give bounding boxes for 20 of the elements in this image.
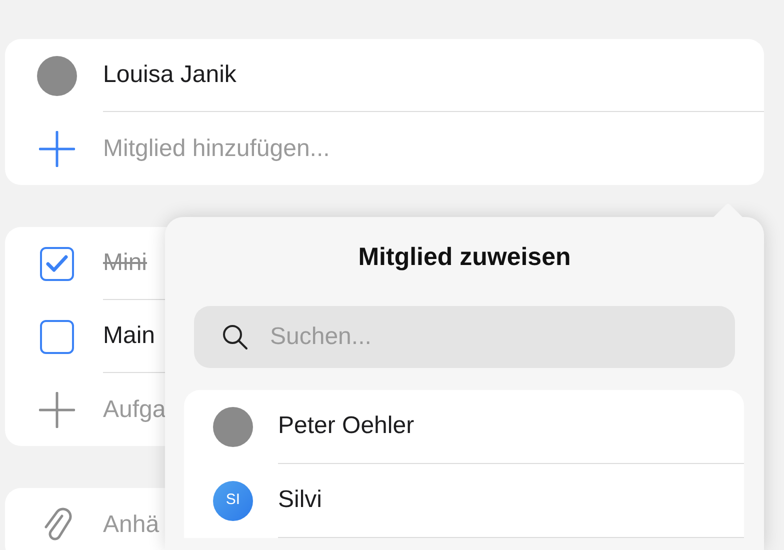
plus-icon bbox=[39, 130, 75, 166]
member-name: Louisa Janik bbox=[103, 60, 236, 90]
task-checkbox[interactable] bbox=[40, 246, 74, 280]
plus-icon bbox=[39, 392, 75, 428]
search-icon bbox=[222, 324, 248, 350]
checkmark-icon bbox=[46, 254, 68, 272]
paperclip-icon bbox=[42, 506, 72, 542]
person-initials-avatar: SI bbox=[213, 480, 253, 520]
search-field[interactable]: Suchen... bbox=[194, 306, 735, 368]
task-checkbox[interactable] bbox=[40, 320, 74, 354]
person-name[interactable]: Silvi bbox=[278, 482, 322, 518]
add-member-link[interactable]: Mitglied hinzufügen... bbox=[103, 130, 330, 166]
task-title: Main bbox=[103, 321, 156, 351]
popover-title: Mitglied zuweisen bbox=[358, 242, 571, 273]
person-photo-placeholder bbox=[213, 406, 253, 446]
task-title: Mini bbox=[103, 248, 148, 278]
member-photo-placeholder bbox=[37, 56, 77, 96]
attachments-label[interactable]: Anhä bbox=[103, 506, 160, 542]
add-task-link[interactable]: Aufga bbox=[103, 392, 166, 428]
person-name[interactable]: Peter Oehler bbox=[278, 408, 414, 444]
